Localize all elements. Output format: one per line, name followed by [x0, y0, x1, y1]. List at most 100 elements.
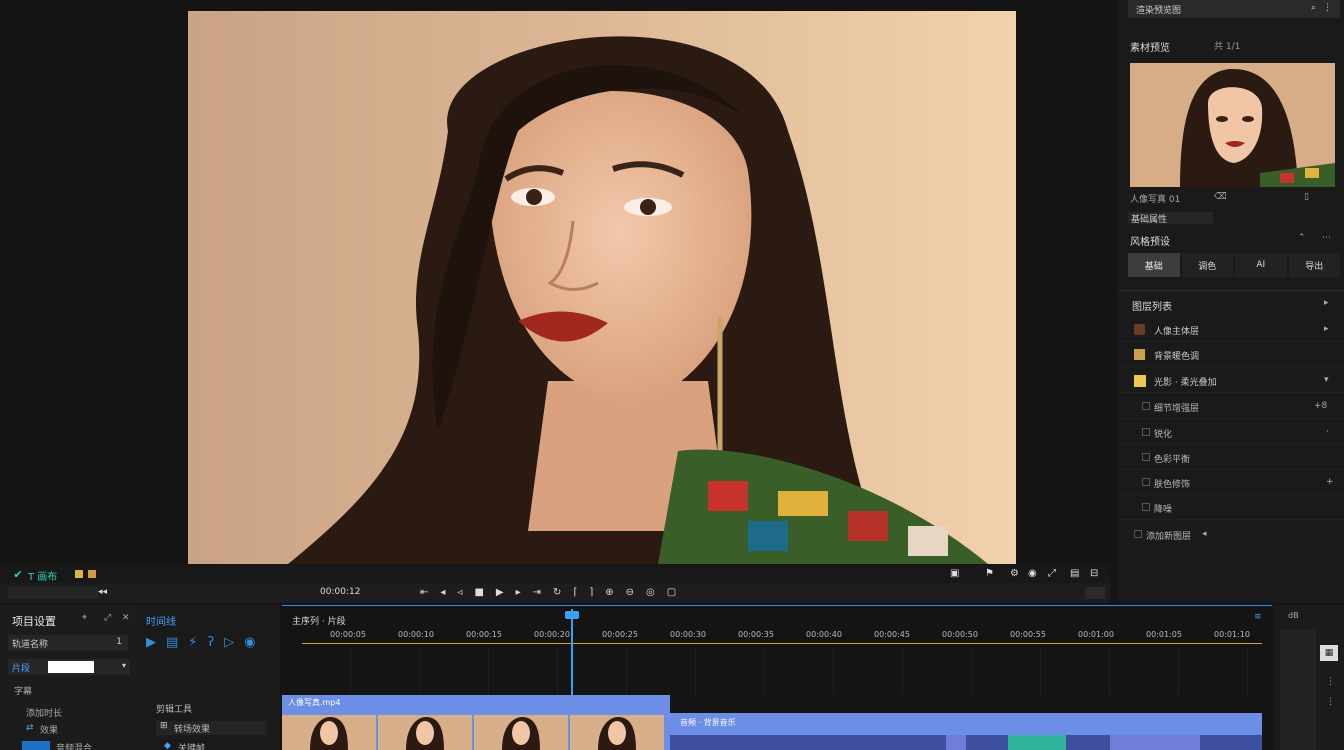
- layer-row[interactable]: 锐化 ·: [1118, 421, 1344, 445]
- capture-icon[interactable]: ▣: [950, 568, 959, 579]
- timeline-title: 主序列 · 片段: [292, 617, 346, 627]
- layer-checkbox[interactable]: [1142, 503, 1150, 511]
- clip-field[interactable]: 片段 ▾: [8, 659, 130, 675]
- jog-icon[interactable]: ◂◂: [98, 587, 107, 597]
- video-clip[interactable]: 人像写真.mp4: [282, 695, 670, 750]
- media-title: 素材预览: [1130, 43, 1170, 54]
- effect-icon[interactable]: ⇄: [26, 723, 34, 733]
- next-frame-icon[interactable]: ▸: [516, 587, 521, 599]
- track-grid: [282, 645, 1272, 695]
- audio-icon[interactable]: ◉: [1028, 568, 1037, 579]
- more-icon[interactable]: ⋯: [1322, 233, 1331, 243]
- tab-color[interactable]: 调色: [1181, 253, 1233, 277]
- field2-label: 片段: [12, 664, 31, 674]
- expand-icon[interactable]: ⤢: [104, 613, 111, 623]
- settings-icon[interactable]: ⚙: [1010, 568, 1019, 579]
- arrow-tool-icon[interactable]: ▷: [224, 635, 234, 651]
- media-thumbnail[interactable]: [1130, 63, 1335, 187]
- meter-button[interactable]: ▦: [1320, 645, 1338, 661]
- media-info-icon[interactable]: ▯: [1304, 192, 1309, 202]
- layer-checkbox[interactable]: [1134, 530, 1142, 538]
- ruler-tick-label: 00:00:45: [874, 630, 910, 639]
- close-icon[interactable]: ✕: [122, 613, 130, 623]
- overwrite-icon[interactable]: ⊖: [626, 587, 634, 599]
- effects-item[interactable]: 剪辑工具: [156, 702, 192, 715]
- lock-icon[interactable]: ⊟: [1090, 568, 1098, 579]
- menu-icon[interactable]: ⋮: [1323, 3, 1332, 13]
- layer-row[interactable]: 降噪: [1118, 496, 1344, 520]
- meter-icon[interactable]: ⋮: [1326, 697, 1335, 707]
- fullscreen-icon[interactable]: ⤢: [1048, 568, 1056, 579]
- safe-zone-icon[interactable]: ▢: [667, 587, 676, 599]
- tab-export[interactable]: 导出: [1288, 253, 1340, 277]
- layer-label: 添加新图层: [1146, 532, 1192, 542]
- pin-icon[interactable]: ⌖: [82, 613, 87, 623]
- timeline-panel: 主序列 · 片段 ≡ 00:00:05 00:00:10 00:00:15 00:00…: [282, 605, 1318, 750]
- media-caption: 人像写真 01: [1130, 195, 1181, 205]
- layers-collapse-icon[interactable]: ▸: [1324, 298, 1329, 308]
- track-toggle-icon[interactable]: ✔: [12, 568, 24, 581]
- mark-out-icon[interactable]: ⌉: [589, 587, 593, 599]
- go-end-icon[interactable]: ⇥: [533, 587, 541, 599]
- effects-item: 转场效果: [174, 725, 211, 735]
- layer-label: 人像主体层: [1154, 327, 1200, 337]
- marker-icon[interactable]: [75, 570, 83, 578]
- layers-title: 图层列表: [1132, 302, 1172, 313]
- layer-checkbox[interactable]: [1142, 453, 1150, 461]
- layer-row[interactable]: 色彩平衡: [1118, 446, 1344, 470]
- media-action-icon[interactable]: ⌫: [1214, 192, 1227, 202]
- grid-tool-icon[interactable]: ▤: [166, 635, 178, 651]
- preview-toolbar: ✔ T 画布 ▣ ⚑ ⚙ ◉ ⤢ ▤ ⊟: [0, 565, 1110, 583]
- transition-row[interactable]: ⊞ 转场效果: [156, 721, 266, 735]
- playhead-handle[interactable]: [565, 611, 579, 619]
- layer-checkbox[interactable]: [1142, 402, 1150, 410]
- meter-icon[interactable]: ⋮: [1326, 677, 1335, 687]
- play-icon[interactable]: ▶: [496, 587, 504, 599]
- clip-thumb: [570, 715, 664, 750]
- mark-in-icon[interactable]: ⌈: [573, 587, 577, 599]
- layer-row[interactable]: 光影 · 柔光叠加 ▾: [1118, 369, 1344, 393]
- zoom-field[interactable]: [1085, 587, 1105, 599]
- marker-icon[interactable]: [88, 570, 96, 578]
- export-frame-icon[interactable]: ▤: [1070, 568, 1079, 579]
- layer-label: 细节增强层: [1154, 404, 1200, 414]
- layer-checkbox[interactable]: [1142, 428, 1150, 436]
- target-tool-icon[interactable]: ◉: [244, 635, 255, 651]
- keyframe-icon[interactable]: ◆: [164, 741, 171, 750]
- collapse-icon[interactable]: ⌃: [1298, 233, 1306, 243]
- insert-icon[interactable]: ⊕: [605, 587, 613, 599]
- tab-basic[interactable]: 基础: [1128, 253, 1180, 277]
- hook-tool-icon[interactable]: ʔ: [207, 635, 214, 651]
- audio-waveform: [670, 735, 1262, 750]
- track-name-field[interactable]: 轨道名称 1: [8, 635, 128, 651]
- tab-ai[interactable]: AI: [1235, 253, 1287, 277]
- clip-value-box[interactable]: [48, 661, 94, 673]
- search-bar[interactable]: 渲染预览图 ⌕ ⋮: [1128, 0, 1340, 18]
- go-start-icon[interactable]: ⇤: [420, 587, 428, 599]
- time-ruler[interactable]: 00:00:05 00:00:10 00:00:15 00:00:20 00:00:25…: [302, 630, 1318, 644]
- media-meta: 共 1/1: [1214, 42, 1241, 52]
- chevron-down-icon[interactable]: ▾: [122, 661, 126, 670]
- layer-row[interactable]: 细节增强层 +8: [1118, 395, 1344, 419]
- prev-frame-icon[interactable]: ◂: [440, 587, 445, 599]
- ruler-tick-label: 00:00:35: [738, 630, 774, 639]
- layer-checkbox[interactable]: [1142, 478, 1150, 486]
- flag-icon[interactable]: ⚑: [985, 568, 994, 579]
- scrub-field[interactable]: [8, 587, 98, 599]
- loop-icon[interactable]: ↻: [553, 587, 561, 599]
- audio-mix-button[interactable]: [22, 741, 50, 750]
- search-icon[interactable]: ⌕: [1311, 3, 1316, 13]
- timeline-menu-icon[interactable]: ≡: [1254, 612, 1262, 622]
- layer-row[interactable]: 人像主体层 ▸: [1118, 318, 1344, 342]
- play-reverse-icon[interactable]: ◃: [457, 587, 462, 599]
- audio-clip[interactable]: 音频 · 背景音乐: [670, 713, 1262, 735]
- layer-row[interactable]: 添加新图层 ◂: [1118, 523, 1344, 547]
- layer-row[interactable]: 背景暖色调: [1118, 343, 1344, 367]
- layer-row[interactable]: 肤色修饰 +: [1118, 471, 1344, 495]
- footer-effect: 效果: [40, 726, 59, 736]
- effects-item[interactable]: 关键帧: [178, 741, 205, 750]
- snapshot-icon[interactable]: ◎: [646, 587, 655, 599]
- play-tool-icon[interactable]: ▶: [146, 635, 156, 651]
- razor-tool-icon[interactable]: ⚡: [188, 635, 197, 651]
- stop-icon[interactable]: ■: [474, 587, 483, 599]
